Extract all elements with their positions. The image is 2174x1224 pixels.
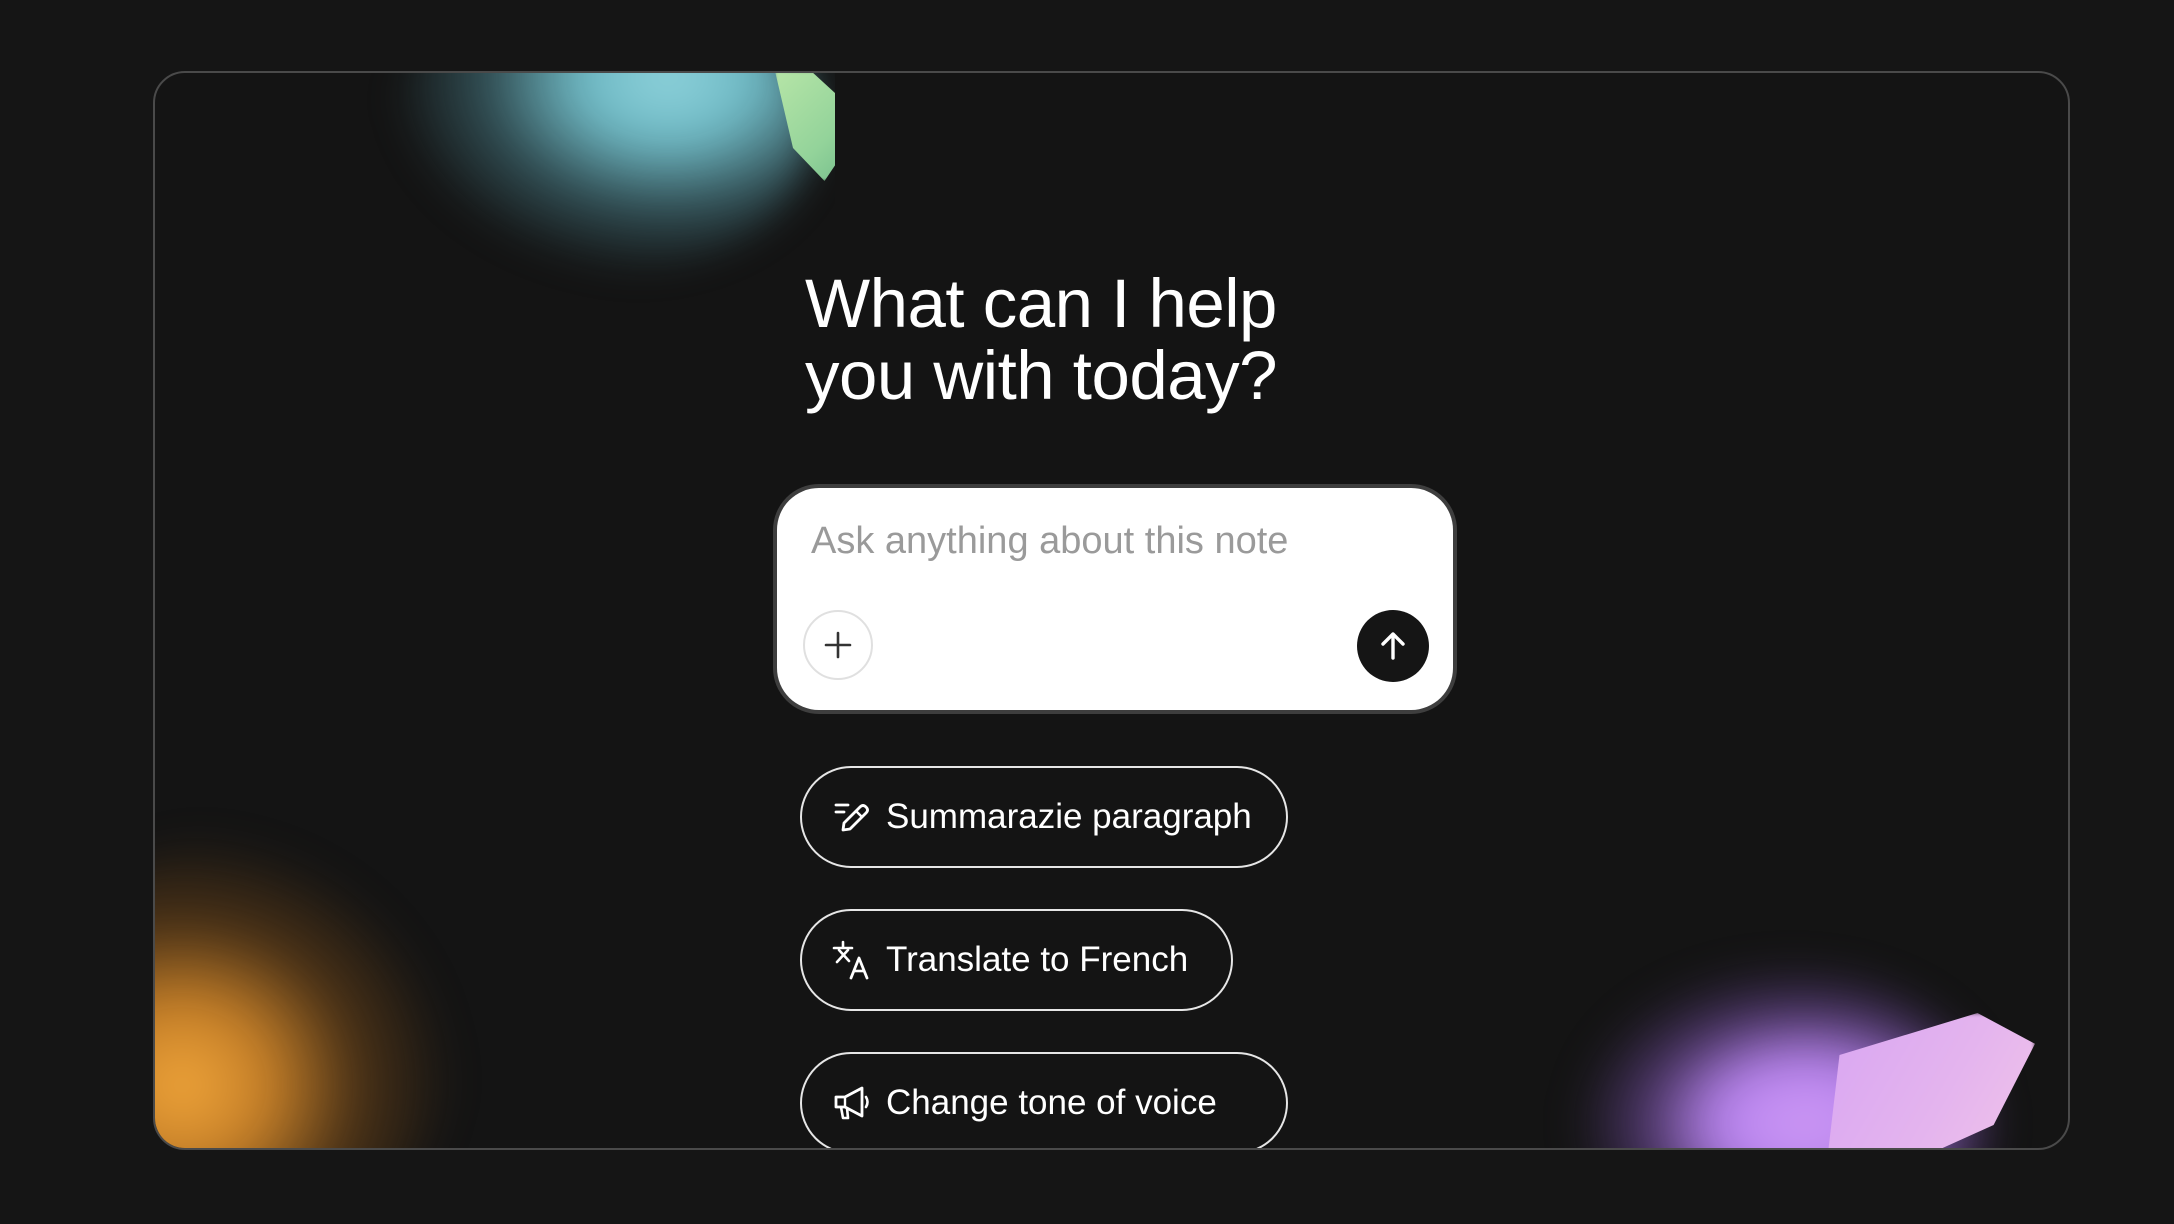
add-attachment-button[interactable]: [803, 610, 873, 680]
translate-icon: [832, 940, 872, 980]
ask-input[interactable]: [809, 510, 1423, 572]
edit-lines-icon: [832, 797, 872, 837]
suggestion-summarize-button[interactable]: Summarazie paragraph: [800, 766, 1288, 868]
megaphone-icon: [832, 1083, 872, 1123]
suggestion-translate-button[interactable]: Translate to French: [800, 909, 1233, 1011]
suggestion-tone-label: Change tone of voice: [886, 1083, 1217, 1122]
page-title-line-1: What can I help: [805, 265, 1277, 342]
send-button[interactable]: [1357, 610, 1429, 682]
assistant-panel: What can I help you with today? Ask anyt…: [153, 71, 2070, 1150]
page-title: What can I help you with today?: [805, 268, 1277, 412]
suggestion-tone-button[interactable]: Change tone of voice: [800, 1052, 1288, 1148]
suggestion-translate-label: Translate to French: [886, 940, 1189, 979]
suggestion-summarize-label: Summarazie paragraph: [886, 797, 1252, 836]
plus-icon: [824, 631, 852, 659]
arrow-up-icon: [1381, 632, 1405, 660]
page-title-line-2: you with today?: [805, 337, 1277, 414]
ask-composer: [777, 488, 1453, 710]
